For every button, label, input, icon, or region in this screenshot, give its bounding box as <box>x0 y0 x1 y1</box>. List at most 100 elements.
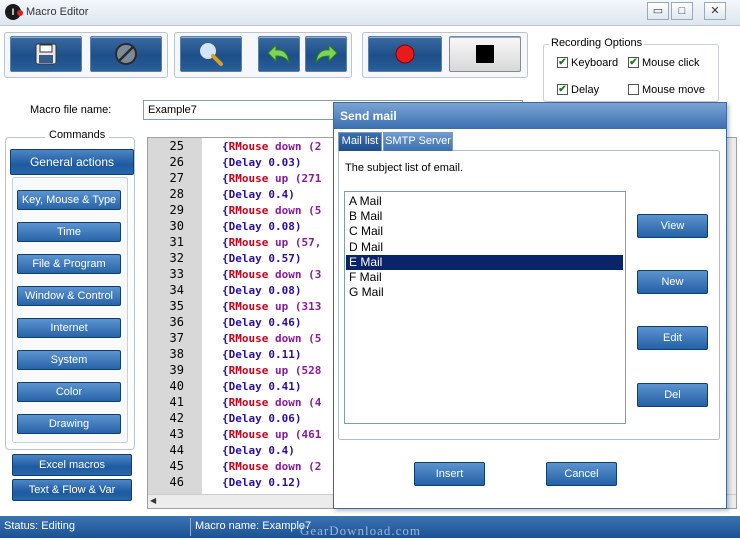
magnifier-icon <box>200 43 223 66</box>
minimize-button[interactable]: ▭ <box>647 2 669 20</box>
line-number: 40 <box>169 379 184 393</box>
maximize-button[interactable]: □ <box>671 2 693 20</box>
code-line[interactable]: {Delay 0.11) <box>222 348 302 361</box>
code-line[interactable]: {RMouse up (313 <box>222 300 321 313</box>
line-number: 28 <box>169 187 184 201</box>
scroll-left-arrow-icon[interactable]: ◀ <box>150 496 158 506</box>
search-button[interactable] <box>180 36 242 72</box>
code-keyword: RMouse <box>228 332 269 345</box>
code-line[interactable]: {RMouse down (3 <box>222 268 321 281</box>
insert-button[interactable]: Insert <box>414 462 485 486</box>
edit-button[interactable]: Edit <box>637 326 708 350</box>
code-keyword: RMouse <box>228 428 269 441</box>
subject-list-label: The subject list of email. <box>345 162 463 174</box>
code-line[interactable]: {Delay 0.57) <box>222 252 302 265</box>
system-button[interactable]: System <box>17 350 121 370</box>
tab-mail-list[interactable]: Mail list <box>338 132 382 151</box>
code-args: 0.4) <box>261 188 295 201</box>
time-button[interactable]: Time <box>17 222 121 242</box>
code-line[interactable]: {Delay 0.12) <box>222 476 302 489</box>
code-args: 0.41) <box>261 380 302 393</box>
cancel-button[interactable]: Cancel <box>546 462 617 486</box>
key-mouse-type-button[interactable]: Key, Mouse & Type <box>17 190 121 210</box>
save-button[interactable] <box>10 36 82 72</box>
drawing-button[interactable]: Drawing <box>17 414 121 434</box>
line-number: 37 <box>169 331 184 345</box>
code-line[interactable]: {RMouse up (461 <box>222 428 321 441</box>
mail-list-item[interactable]: B Mail <box>346 209 623 224</box>
general-actions-button[interactable]: General actions <box>10 149 134 175</box>
mouse-move-checkbox[interactable] <box>628 84 639 95</box>
redo-button[interactable] <box>305 36 347 72</box>
mail-list-item[interactable]: A Mail <box>346 194 623 209</box>
code-line[interactable]: {Delay 0.03) <box>222 156 302 169</box>
text-flow-var-button[interactable]: Text & Flow & Var <box>12 479 132 501</box>
code-args: 0.11) <box>261 348 302 361</box>
record-icon <box>395 44 415 64</box>
new-button[interactable]: New <box>637 270 708 294</box>
code-line[interactable]: {RMouse up (271 <box>222 172 321 185</box>
delete-button[interactable]: Del <box>637 383 708 407</box>
window-control-button[interactable]: Window & Control <box>17 286 121 306</box>
code-line[interactable]: {RMouse down (5 <box>222 332 321 345</box>
line-number: 42 <box>169 411 184 425</box>
code-args: down (3 <box>268 268 322 281</box>
view-button[interactable]: View <box>637 214 708 238</box>
code-line[interactable]: {RMouse up (57, <box>222 236 321 249</box>
mail-list-item[interactable]: G Mail <box>346 285 623 300</box>
line-number: 45 <box>169 459 184 473</box>
window-title: Macro Editor <box>26 6 89 18</box>
line-number: 33 <box>169 267 184 281</box>
status-divider <box>190 518 191 536</box>
mail-list-item[interactable]: D Mail <box>346 240 623 255</box>
code-line[interactable]: {Delay 0.08) <box>222 220 302 233</box>
line-number: 29 <box>169 203 184 217</box>
stop-button[interactable] <box>449 36 521 72</box>
internet-button[interactable]: Internet <box>17 318 121 338</box>
undo-button[interactable] <box>258 36 300 72</box>
code-keyword: RMouse <box>228 140 269 153</box>
mouse-click-checkbox[interactable]: ✔ <box>628 57 639 68</box>
mail-list-item[interactable]: C Mail <box>346 224 623 239</box>
record-button[interactable] <box>368 36 442 72</box>
delay-checkbox[interactable]: ✔ <box>557 84 568 95</box>
line-number: 35 <box>169 299 184 313</box>
floppy-disk-icon <box>35 43 57 65</box>
excel-macros-button[interactable]: Excel macros <box>12 454 132 476</box>
code-line[interactable]: {RMouse up (528 <box>222 364 321 377</box>
code-line[interactable]: {Delay 0.41) <box>222 380 302 393</box>
tab-smtp-server[interactable]: SMTP Server <box>383 132 453 151</box>
macro-name-status: Macro name: Example7 <box>195 520 312 532</box>
code-keyword: RMouse <box>228 268 269 281</box>
code-line[interactable]: {RMouse down (5 <box>222 204 321 217</box>
dialog-title: Send mail <box>334 103 726 129</box>
mail-list-item[interactable]: F Mail <box>346 270 623 285</box>
code-line[interactable]: {Delay 0.4) <box>222 444 295 457</box>
code-line[interactable]: {Delay 0.08) <box>222 284 302 297</box>
code-keyword: RMouse <box>228 236 269 249</box>
code-line[interactable]: {Delay 0.4) <box>222 188 295 201</box>
code-keyword: Delay <box>228 444 262 457</box>
code-keyword: Delay <box>228 188 262 201</box>
line-number: 41 <box>169 395 184 409</box>
code-line[interactable]: {RMouse down (4 <box>222 396 321 409</box>
mail-list-item[interactable]: E Mail <box>346 254 623 270</box>
no-entry-icon <box>115 43 137 65</box>
line-number: 25 <box>169 139 184 153</box>
keyboard-checkbox[interactable]: ✔ <box>557 57 568 68</box>
line-number: 44 <box>169 443 184 457</box>
close-button[interactable]: ✕ <box>704 2 726 20</box>
code-line[interactable]: {Delay 0.46) <box>222 316 302 329</box>
code-keyword: Delay <box>228 220 262 233</box>
line-number: 36 <box>169 315 184 329</box>
code-line[interactable]: {RMouse down (2 <box>222 140 321 153</box>
file-program-button[interactable]: File & Program <box>17 254 121 274</box>
cancel-macro-button[interactable] <box>90 36 162 72</box>
redo-arrow-icon <box>315 43 338 64</box>
color-button[interactable]: Color <box>17 382 121 402</box>
code-line[interactable]: {RMouse down (2 <box>222 460 321 473</box>
code-keyword: Delay <box>228 476 262 489</box>
code-line[interactable]: {Delay 0.06) <box>222 412 302 425</box>
code-keyword: Delay <box>228 412 262 425</box>
code-keyword: Delay <box>228 316 262 329</box>
